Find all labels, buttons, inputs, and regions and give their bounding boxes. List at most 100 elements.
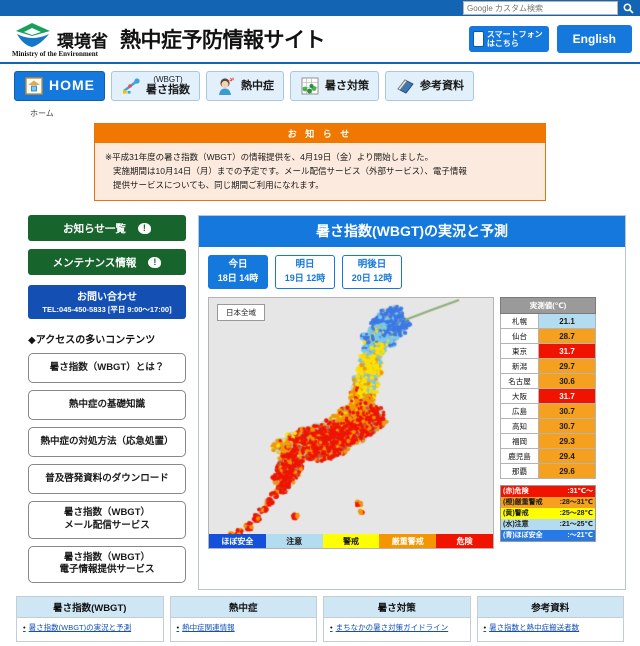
footer-body: まちなかの暑さ対策ガイドライン — [324, 618, 470, 641]
sidebar-contact-block[interactable]: お問い合わせ TEL:045-450-5833 [平日 9:00～17:00] — [28, 285, 186, 319]
obs-value: 30.6 — [539, 374, 596, 389]
tab-day-after[interactable]: 明後日 20日 12時 — [342, 255, 402, 289]
footer-body: 熱中症関連情報 — [171, 618, 317, 641]
footer-body: 暑さ指数(WBGT)の実況と予測 — [17, 618, 163, 641]
tab-today-label: 今日 — [228, 259, 247, 270]
footer-col-countermeasures: 暑さ対策 まちなかの暑さ対策ガイドライン — [323, 596, 471, 642]
footer-head: 熱中症 — [171, 597, 317, 618]
home-icon — [24, 76, 44, 96]
search-input[interactable] — [463, 1, 618, 15]
sidebar-item-downloads[interactable]: 普及啓発資料のダウンロード — [28, 464, 186, 494]
wbgt-meter-icon — [121, 76, 141, 96]
nav-item-wbgt[interactable]: (WBGT) 暑さ指数 — [111, 71, 200, 101]
sidebar-label-notices: お知らせ一覧 — [63, 221, 126, 236]
wbgt-panel: 暑さ指数(WBGT)の実況と予測 今日 18日 14時 明日 19日 12時 明… — [198, 215, 626, 590]
table-row: 高知 30.7 — [501, 419, 596, 434]
scale-segment: ほぼ安全 — [209, 534, 266, 548]
search-button[interactable] — [618, 1, 638, 15]
footer-head: 暑さ指数(WBGT) — [17, 597, 163, 618]
obs-value: 29.4 — [539, 449, 596, 464]
sidebar-item-maintenance[interactable]: メンテナンス情報 ! — [28, 249, 186, 275]
tab-tomorrow-label: 明日 — [295, 259, 314, 270]
obs-city: 鹿児島 — [501, 449, 539, 464]
sidebar-link-label: 熱中症の基礎知識 — [69, 399, 145, 412]
temperature-legend: (赤)危険:31℃～ (橙)厳重警戒:28～31℃ (黄)警戒:25～28℃ (水)注… — [500, 485, 596, 542]
panel-title: 暑さ指数(WBGT)の実況と予測 — [199, 216, 625, 247]
sidebar-item-what-is-wbgt[interactable]: 暑さ指数（WBGT）とは？ — [28, 353, 186, 383]
nav-main-wbgt: 暑さ指数 — [146, 84, 190, 96]
english-button[interactable]: English — [557, 25, 632, 53]
legend-label: (青)ほぼ安全 — [503, 532, 543, 539]
notice-line-1: ※平成31年度の暑さ指数（WBGT）の情報提供を、4月19日（金）より開始しまし… — [105, 150, 535, 164]
smartphone-label-line2: はこちら — [487, 39, 519, 48]
header-buttons: スマートフォン はこちら English — [469, 25, 632, 53]
tab-today[interactable]: 今日 18日 14時 — [208, 255, 268, 289]
obs-city: 名古屋 — [501, 374, 539, 389]
table-row: 鹿児島 29.4 — [501, 449, 596, 464]
sidebar-link-line1: 暑さ指数（WBGT） — [64, 507, 150, 518]
obs-city: 高知 — [501, 419, 539, 434]
nav-label-countermeasures: 暑さ対策 — [325, 80, 369, 92]
legend-row: (黄)警戒:25～28℃ — [501, 508, 595, 519]
smartphone-icon — [473, 31, 484, 47]
table-row: 仙台 28.7 — [501, 329, 596, 344]
sidebar-item-first-aid[interactable]: 熱中症の対処方法（応急処置） — [28, 427, 186, 457]
sidebar-item-basics[interactable]: 熱中症の基礎知識 — [28, 390, 186, 420]
legend-range: :28～31℃ — [560, 499, 593, 506]
tab-day-after-time: 20日 12時 — [343, 272, 401, 284]
table-row: 大阪 31.7 — [501, 389, 596, 404]
person-heatstroke-icon — [216, 76, 236, 96]
map-and-table: 日本全域 ほぼ安全 注意 警戒 厳重警戒 危険 実測値(℃) 札幌 21.1 仙台 28.7 東… — [208, 297, 617, 549]
legend-range: :31℃～ — [567, 488, 593, 495]
ministry-name-ja: 環境省 — [57, 32, 108, 51]
table-row: 那覇 29.6 — [501, 464, 596, 479]
tab-today-time: 18日 14時 — [209, 272, 267, 284]
observation-table: 実測値(℃) 札幌 21.1 仙台 28.7 東京 31.7 新潟 29.7 名古屋 30.6 大阪… — [500, 297, 596, 479]
footer-col-references: 参考資料 暑さ指数と熱中症搬送者数 — [477, 596, 625, 642]
sidebar-link-label: 普及啓発資料のダウンロード — [45, 473, 169, 486]
legend-range: :～21℃ — [567, 532, 593, 539]
breadcrumb[interactable]: ホーム — [0, 104, 640, 121]
obs-value: 30.7 — [539, 419, 596, 434]
footer-link[interactable]: まちなかの暑さ対策ガイドライン — [330, 623, 466, 633]
footer-col-wbgt: 暑さ指数(WBGT) 暑さ指数(WBGT)の実況と予測 — [16, 596, 164, 642]
nav-item-references[interactable]: 参考資料 — [385, 71, 474, 101]
table-row: 札幌 21.1 — [501, 314, 596, 329]
nav-item-heatstroke[interactable]: 熱中症 — [206, 71, 284, 101]
smartphone-label-line1: スマートフォン — [487, 30, 543, 39]
obs-city: 仙台 — [501, 329, 539, 344]
smartphone-button[interactable]: スマートフォン はこちら — [469, 26, 549, 52]
footer-link[interactable]: 熱中症関連情報 — [177, 623, 313, 633]
obs-city: 大阪 — [501, 389, 539, 404]
nav-item-home[interactable]: HOME — [14, 71, 105, 101]
table-row: 新潟 29.7 — [501, 359, 596, 374]
sidebar-link-label: 暑さ指数（WBGT）とは？ — [50, 362, 165, 375]
sidebar-item-mail-service[interactable]: 暑さ指数（WBGT） メール配信サービス — [28, 501, 186, 539]
observation-table-body: 札幌 21.1 仙台 28.7 東京 31.7 新潟 29.7 名古屋 30.6 大阪 31.7 広島 3… — [501, 314, 596, 479]
legend-label: (橙)厳重警戒 — [503, 499, 543, 506]
obs-city: 広島 — [501, 404, 539, 419]
nav-label-wbgt: (WBGT) 暑さ指数 — [146, 76, 190, 97]
scale-segment: 危険 — [436, 534, 493, 548]
footer-link[interactable]: 暑さ指数と熱中症搬送者数 — [484, 623, 620, 633]
legend-row: (橙)厳重警戒 :28～31℃ — [501, 497, 595, 508]
top-bar — [0, 0, 640, 16]
notice-body: ※平成31年度の暑さ指数（WBGT）の情報提供を、4月19日（金）より開始しまし… — [95, 143, 545, 200]
tab-tomorrow[interactable]: 明日 19日 12時 — [275, 255, 335, 289]
footer-col-heatstroke: 熱中症 熱中症関連情報 — [170, 596, 318, 642]
legend-label: (赤)危険 — [503, 488, 529, 495]
obs-value: 31.7 — [539, 344, 596, 359]
table-row: 名古屋 30.6 — [501, 374, 596, 389]
obs-value: 29.3 — [539, 434, 596, 449]
sidebar-item-data-service[interactable]: 暑さ指数（WBGT） 電子情報提供サービス — [28, 546, 186, 584]
nav-item-countermeasures[interactable]: 暑さ対策 — [290, 71, 379, 101]
legend-label: (黄)警戒 — [503, 510, 529, 517]
obs-value: 30.7 — [539, 404, 596, 419]
nav-label-heatstroke: 熱中症 — [241, 80, 274, 92]
japan-wbgt-map[interactable]: 日本全域 ほぼ安全 注意 警戒 厳重警戒 危険 — [208, 297, 494, 549]
footer-link[interactable]: 暑さ指数(WBGT)の実況と予測 — [23, 623, 159, 633]
sidebar: お知らせ一覧 ! メンテナンス情報 ! お問い合わせ TEL:045-450-5… — [28, 215, 186, 590]
table-row: 広島 30.7 — [501, 404, 596, 419]
sidebar-item-notices[interactable]: お知らせ一覧 ! — [28, 215, 186, 241]
map-color-scale: ほぼ安全 注意 警戒 厳重警戒 危険 — [209, 534, 493, 548]
